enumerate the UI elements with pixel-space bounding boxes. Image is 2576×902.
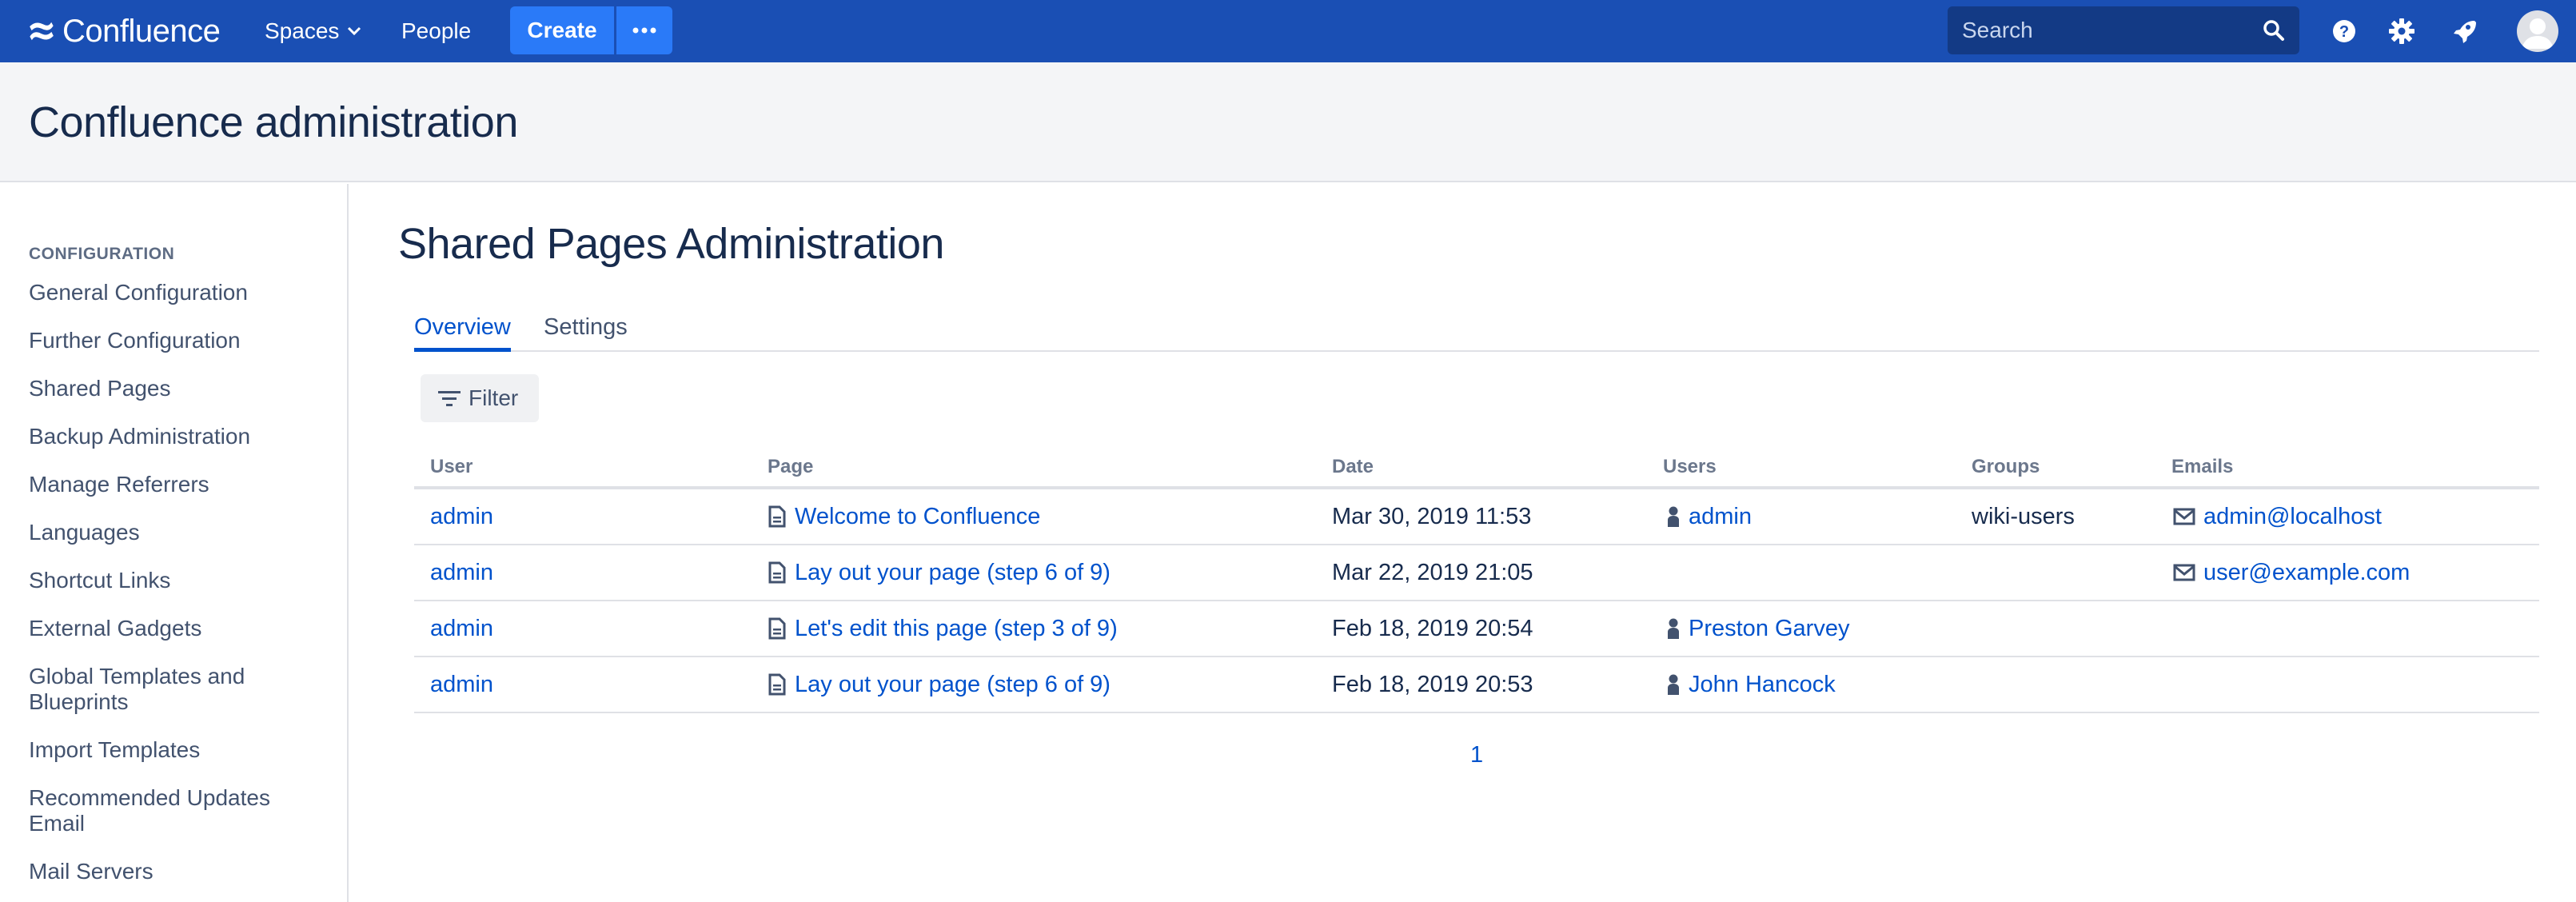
row-date: Feb 18, 2019 20:54: [1332, 615, 1533, 641]
notifications-rocket-icon: [2454, 21, 2476, 43]
settings-button[interactable]: [2386, 15, 2418, 47]
admin-title: Confluence administration: [29, 98, 518, 146]
confluence-logo-icon: [30, 22, 54, 41]
filter-icon: [438, 391, 461, 406]
sidebar-item-external-gadgets[interactable]: External Gadgets: [29, 616, 333, 641]
row-user-link[interactable]: admin: [430, 616, 493, 642]
row-date: Mar 22, 2019 21:05: [1332, 559, 1533, 585]
more-dots-icon: [632, 27, 656, 34]
top-navigation-bar: Confluence Spaces People Create ?: [0, 0, 2576, 62]
row-user-link[interactable]: admin: [430, 672, 493, 698]
confluence-logo[interactable]: Confluence: [27, 11, 221, 51]
user-icon: [1668, 618, 1679, 639]
row-email-link[interactable]: admin@localhost: [2203, 504, 2382, 530]
table-row: admin Let's edit this page (step 3 of 9)…: [414, 601, 2539, 657]
row-group: wiki-users: [1972, 503, 2075, 529]
sidebar-item-mail-servers[interactable]: Mail Servers: [29, 859, 333, 884]
page-icon: [768, 505, 786, 528]
row-user-link[interactable]: admin: [430, 504, 493, 530]
page-icon: [768, 673, 786, 696]
sidebar-item-global-templates[interactable]: Global Templates and Blueprints: [29, 664, 293, 715]
column-header-emails[interactable]: Emails: [2171, 456, 2233, 478]
mail-icon: [2173, 508, 2195, 525]
sidebar-item-backup-administration[interactable]: Backup Administration: [29, 424, 333, 449]
row-date: Feb 18, 2019 20:53: [1332, 671, 1533, 697]
main-content: Shared Pages Administration Overview Set…: [350, 184, 2576, 902]
help-icon: ?: [2333, 20, 2355, 42]
search-input[interactable]: [1962, 18, 2263, 43]
notifications-button[interactable]: [2448, 15, 2480, 47]
create-button[interactable]: Create: [510, 6, 614, 54]
column-header-date[interactable]: Date: [1332, 456, 1374, 478]
tabs-bar: Overview Settings: [414, 307, 2539, 352]
row-user-link[interactable]: admin: [430, 560, 493, 586]
column-header-groups[interactable]: Groups: [1972, 456, 2040, 478]
user-avatar-icon: [2522, 18, 2554, 49]
user-avatar[interactable]: [2517, 10, 2558, 52]
sidebar-section-configuration: CONFIGURATION: [29, 245, 175, 263]
table-row: admin Lay out your page (step 6 of 9) Ma…: [414, 545, 2539, 601]
search-icon[interactable]: [2263, 19, 2285, 42]
sidebar-item-general-configuration[interactable]: General Configuration: [29, 280, 333, 305]
people-label: People: [401, 18, 472, 43]
row-date: Mar 30, 2019 11:53: [1332, 503, 1532, 529]
create-more-button[interactable]: [616, 6, 672, 54]
tab-overview[interactable]: Overview: [414, 307, 511, 352]
page-icon: [768, 561, 786, 584]
filter-button[interactable]: Filter: [421, 374, 539, 422]
sidebar-item-shortcut-links[interactable]: Shortcut Links: [29, 568, 333, 593]
tab-settings[interactable]: Settings: [544, 307, 628, 352]
table-row: admin Lay out your page (step 6 of 9) Fe…: [414, 657, 2539, 713]
column-header-user[interactable]: User: [430, 456, 473, 478]
svg-text:?: ?: [2339, 23, 2349, 41]
sidebar-item-further-configuration[interactable]: Further Configuration: [29, 328, 333, 353]
row-email-link[interactable]: user@example.com: [2203, 560, 2410, 586]
row-page-link[interactable]: Lay out your page (step 6 of 9): [795, 560, 1111, 586]
logo-text: Confluence: [62, 13, 221, 49]
row-shared-user-link[interactable]: admin: [1689, 504, 1752, 530]
row-page-link[interactable]: Lay out your page (step 6 of 9): [795, 672, 1111, 698]
search-box: [1948, 6, 2299, 54]
shared-pages-table: User Page Date Users Groups Emails admin…: [414, 441, 2539, 713]
column-header-users[interactable]: Users: [1663, 456, 1717, 478]
column-header-page[interactable]: Page: [768, 456, 813, 478]
spaces-label: Spaces: [265, 18, 340, 43]
admin-header: Confluence administration: [0, 62, 2576, 182]
page-icon: [768, 617, 786, 640]
people-link[interactable]: People: [401, 16, 471, 46]
gear-icon: [2389, 18, 2415, 44]
row-page-link[interactable]: Let's edit this page (step 3 of 9): [795, 616, 1118, 642]
user-icon: [1668, 674, 1679, 695]
row-shared-user-link[interactable]: John Hancock: [1689, 672, 1836, 698]
sidebar-item-languages[interactable]: Languages: [29, 520, 333, 545]
chevron-down-icon: [348, 26, 361, 36]
sidebar-item-manage-referrers[interactable]: Manage Referrers: [29, 472, 333, 497]
user-icon: [1668, 506, 1679, 527]
sidebar-item-import-templates[interactable]: Import Templates: [29, 737, 333, 763]
page-title: Shared Pages Administration: [398, 220, 944, 268]
table-row: admin Welcome to Confluence Mar 30, 2019…: [414, 489, 2539, 545]
pagination-page-1[interactable]: 1: [1470, 742, 1483, 768]
sidebar-item-shared-pages[interactable]: Shared Pages: [29, 376, 333, 401]
table-header: User Page Date Users Groups Emails: [414, 441, 2539, 489]
filter-label: Filter: [469, 385, 519, 410]
row-shared-user-link[interactable]: Preston Garvey: [1689, 616, 1849, 642]
sidebar-item-recommended-updates-email[interactable]: Recommended Updates Email: [29, 785, 301, 836]
spaces-menu[interactable]: Spaces: [265, 16, 361, 46]
mail-icon: [2173, 564, 2195, 581]
row-page-link[interactable]: Welcome to Confluence: [795, 504, 1040, 530]
help-button[interactable]: ?: [2328, 15, 2360, 47]
admin-sidebar: CONFIGURATION General Configuration Furt…: [0, 184, 349, 902]
